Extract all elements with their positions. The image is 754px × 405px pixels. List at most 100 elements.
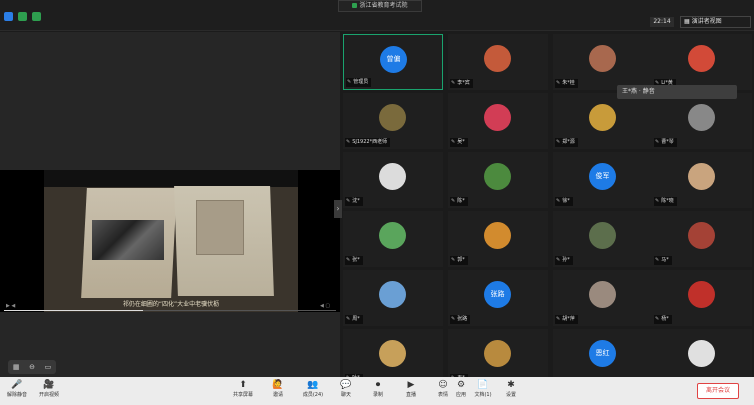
avatar (688, 340, 715, 367)
muted-mic-icon: ✎ (556, 198, 561, 204)
video-top-band (44, 170, 298, 187)
participant-tile[interactable]: ✎ 朱*桂 (553, 34, 653, 90)
meeting-title[interactable]: 浙江省教育考试院 (338, 0, 422, 12)
participant-name: ✎ SJ1922*西老师 (345, 138, 391, 147)
participant-name: ✎ 周* (345, 315, 363, 324)
participant-tile[interactable]: ✎ 杨* (652, 270, 752, 326)
toolbar-label: 文档(1) (474, 392, 492, 398)
toolbar-button[interactable]: 👥 成员(24) (300, 379, 326, 403)
toolbar-button[interactable]: 🙋 邀请 (265, 379, 291, 403)
participant-name-text: 杨* (661, 316, 669, 322)
avatar: 曾偏 (380, 46, 407, 73)
toolbar-button[interactable]: ✱ 设置 (498, 379, 524, 403)
participant-name: ✎ 郭* (450, 256, 468, 265)
participant-tile[interactable]: 曾偏 ✎ 管理员 (343, 34, 443, 90)
participant-tile[interactable]: ✎ 马* (652, 211, 752, 267)
participant-tile[interactable]: ✎ 郑*源 (553, 93, 653, 149)
participant-tile[interactable]: ✎ SJ1922*西老师 (343, 93, 443, 149)
participant-tile[interactable]: ✎ 陈* (448, 152, 548, 208)
speaker-view-button[interactable]: ▦ 演讲者视图 (680, 16, 751, 28)
collapse-panel-button[interactable]: › (334, 200, 342, 218)
participant-tile[interactable]: ✎ 沈* (343, 152, 443, 208)
volume-icon[interactable]: ◀ ▢ (320, 303, 330, 309)
video-progress-bar[interactable] (4, 310, 336, 311)
participant-hover-tooltip: 王*燕 · 静音 (617, 85, 737, 99)
participant-name: ✎ 郑*源 (555, 138, 578, 147)
shield-icon[interactable] (18, 12, 27, 21)
toolbar-icon: 🎥 (43, 380, 55, 390)
toolbar-button[interactable]: ⬆ 共享屏幕 (230, 379, 256, 403)
play-icon[interactable]: ▶ ◀ (6, 303, 15, 309)
participant-name: ✎ 陈* (450, 197, 468, 206)
participant-tile[interactable]: 张路 ✎ 张路 (448, 270, 548, 326)
toolbar-icon: 🎤 (11, 380, 23, 390)
grid-icon: ▦ (684, 18, 692, 25)
participant-name-text: 陈* (457, 198, 465, 204)
toolbar-button[interactable]: 🎥 开启视频 (36, 379, 62, 403)
shared-video[interactable]: 祁仍在细圃的“四化”大业中老骥伏枥 (44, 170, 298, 312)
muted-mic-icon: ✎ (556, 316, 561, 322)
avatar (379, 222, 406, 249)
participant-name: ✎ 马* (654, 256, 672, 265)
toolbar-button[interactable]: 💬 聊天 (333, 379, 359, 403)
signal-icon[interactable] (32, 12, 41, 21)
toolbar-button[interactable]: ▶ 直播 (398, 379, 424, 403)
participant-tile[interactable]: ✎ 郭* (448, 211, 548, 267)
toolbar-label: 直播 (405, 392, 416, 398)
toolbar-icon: ⬆ (239, 380, 247, 390)
participant-tile[interactable]: ✎ 李*宾 (448, 34, 548, 90)
status-icons (4, 12, 41, 21)
participant-name-text: 郑*源 (562, 139, 575, 145)
participant-tile[interactable]: ✎ 曹*琴 (652, 93, 752, 149)
leave-meeting-button[interactable]: 离开会议 (697, 383, 739, 399)
muted-mic-icon: ✎ (347, 79, 352, 85)
toolbar-label: 录制 (372, 392, 383, 398)
participant-name: ✎ 朱*桂 (555, 79, 578, 88)
participant-tile[interactable]: ✎ 张* (343, 211, 443, 267)
muted-mic-icon: ✎ (346, 198, 351, 204)
participant-name-text: 张路 (457, 316, 468, 322)
muted-mic-icon: ✎ (346, 316, 351, 322)
muted-mic-icon: ✎ (346, 139, 351, 145)
participant-tile[interactable]: 俊军 ✎ 徐* (553, 152, 653, 208)
toolbar-icon: 💬 (340, 380, 352, 390)
zoom-icon[interactable]: ⊖ (29, 363, 35, 371)
toolbar-label: 邀请 (272, 392, 283, 398)
layout-icon[interactable]: ▦ (13, 363, 20, 371)
toolbar-label: 聊天 (340, 392, 351, 398)
avatar (484, 340, 511, 367)
toolbar-button[interactable]: 📄 文档(1) (470, 379, 496, 403)
toolbar-button[interactable]: ⏺ 录制 (365, 379, 391, 403)
avatar (688, 222, 715, 249)
participant-name-text: 陈*晓 (661, 198, 674, 204)
participant-tile[interactable]: ✎ Li*黄 (652, 34, 752, 90)
avatar (379, 281, 406, 308)
muted-mic-icon: ✎ (451, 80, 456, 86)
avatar (484, 45, 511, 72)
avatar: 恩红 (589, 340, 616, 367)
participant-name-text: 周* (352, 316, 360, 322)
avatar (379, 163, 406, 190)
avatar (688, 163, 715, 190)
muted-mic-icon: ✎ (556, 139, 561, 145)
participant-tile[interactable]: ✎ 周* (343, 270, 443, 326)
participant-tile[interactable]: ✎ 陈*晓 (652, 152, 752, 208)
toolbar-button[interactable]: 🎤 解除静音 (4, 379, 30, 403)
participant-tile[interactable]: ✎ 孙* (553, 211, 653, 267)
avatar: 俊军 (589, 163, 616, 190)
toolbar-label: 设置 (505, 392, 516, 398)
fit-icon[interactable]: ▭ (45, 363, 52, 371)
participant-name: ✎ 沈* (345, 197, 363, 206)
toolbar-label: 解除静音 (6, 392, 27, 398)
participant-name-text: 管理员 (353, 79, 369, 85)
avatar (688, 281, 715, 308)
toolbar-icon: 📄 (477, 380, 489, 390)
participant-name: ✎ 徐* (555, 197, 573, 206)
participant-tile[interactable]: ✎ 吴* (448, 93, 548, 149)
participant-name: ✎ 孙* (555, 256, 573, 265)
view-controls[interactable]: ▦ ⊖ ▭ (8, 360, 56, 374)
muted-mic-icon: ✎ (556, 257, 561, 263)
participant-name-text: 沈* (352, 198, 360, 204)
participant-tile[interactable]: ✎ 胡*萍 (553, 270, 653, 326)
info-icon[interactable] (4, 12, 13, 21)
